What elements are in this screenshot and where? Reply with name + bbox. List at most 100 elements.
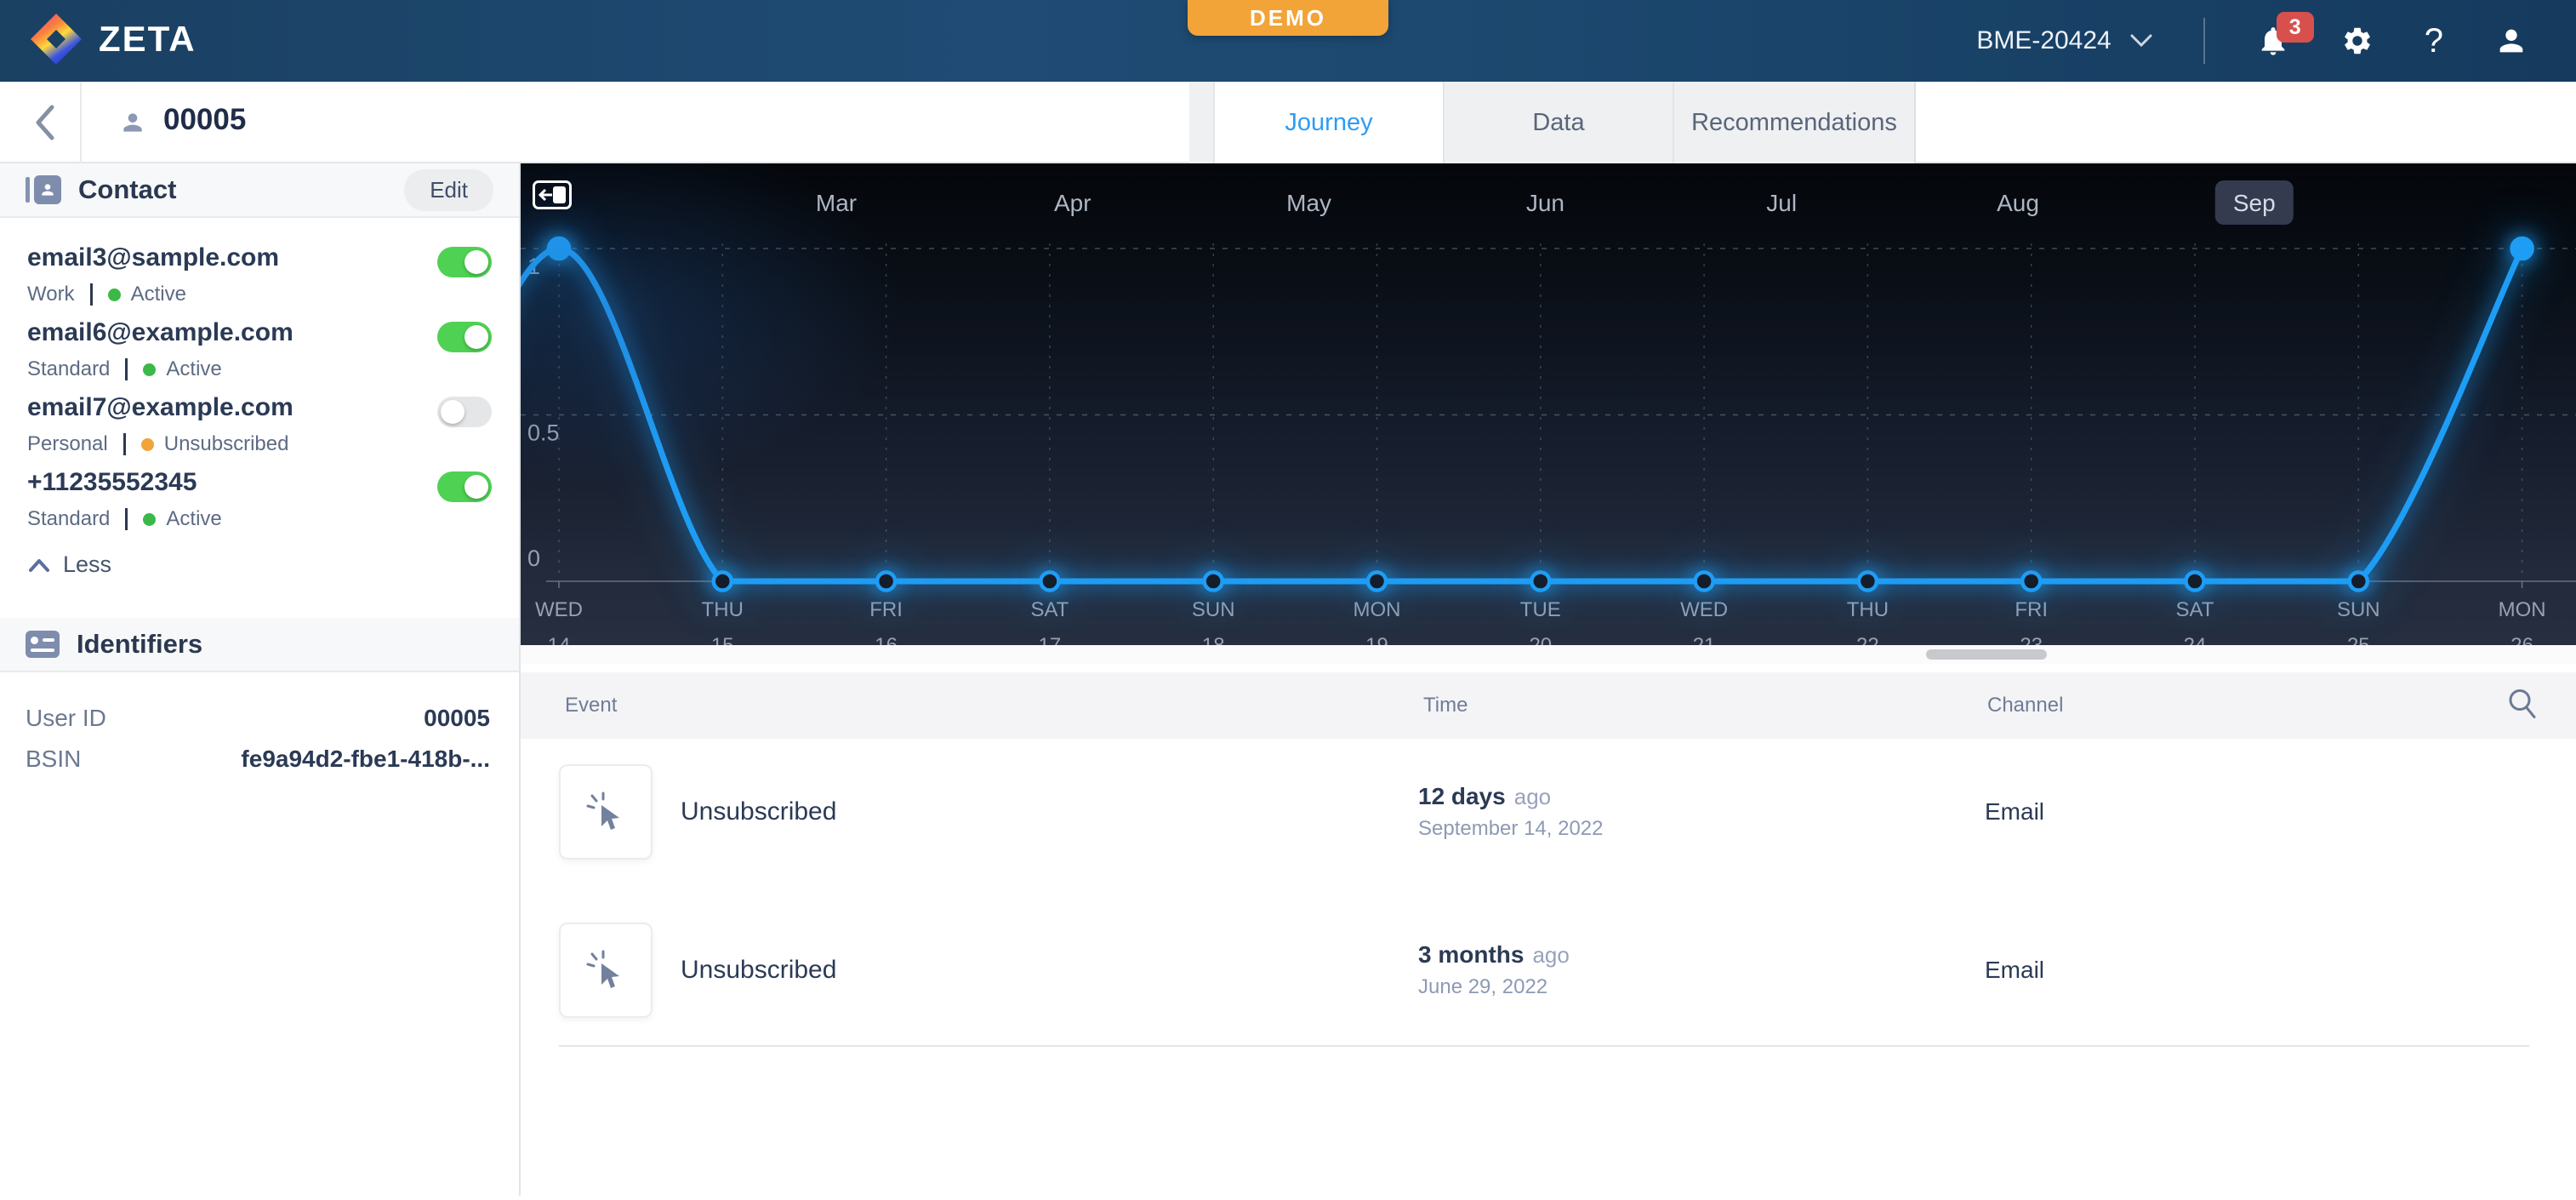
collapse-label: Less bbox=[63, 551, 111, 578]
status-dot bbox=[143, 513, 156, 526]
status-dot bbox=[143, 363, 156, 376]
tab-recommendations[interactable]: Recommendations bbox=[1673, 82, 1914, 163]
subline-separator bbox=[90, 283, 93, 306]
svg-text:18: 18 bbox=[1202, 634, 1225, 645]
user-avatar-icon bbox=[2494, 24, 2528, 58]
svg-text:25: 25 bbox=[2347, 634, 2370, 645]
user-menu-button[interactable] bbox=[2494, 24, 2528, 58]
contact-type: Personal bbox=[27, 432, 108, 456]
contact-subline: Work Active bbox=[27, 283, 492, 306]
logo-text: ZETA bbox=[99, 19, 197, 60]
status-dot bbox=[108, 289, 121, 301]
help-button[interactable]: ? bbox=[2425, 22, 2443, 60]
column-event: Event bbox=[565, 694, 617, 717]
svg-text:0.5: 0.5 bbox=[527, 420, 560, 446]
identifier-label: BSIN bbox=[26, 746, 81, 773]
chevron-up-icon bbox=[29, 558, 49, 572]
gear-icon bbox=[2341, 25, 2374, 57]
chart-scrollbar-thumb[interactable] bbox=[1926, 649, 2047, 660]
event-row[interactable]: Unsubscribed 3 monthsago June 29, 2022 E… bbox=[559, 923, 2529, 1018]
contact-item: +11235552345 Standard Active bbox=[27, 460, 492, 528]
event-icon-card bbox=[559, 923, 653, 1018]
collapse-panel-icon[interactable] bbox=[533, 180, 572, 209]
notification-count-badge: 3 bbox=[2277, 12, 2314, 43]
event-channel: Email bbox=[1985, 957, 2044, 984]
identifiers-card-icon bbox=[26, 631, 60, 658]
event-name: Unsubscribed bbox=[681, 956, 836, 985]
zeta-logo[interactable]: ZETA bbox=[29, 12, 197, 66]
status-label: Unsubscribed bbox=[164, 432, 289, 456]
tab-journey[interactable]: Journey bbox=[1213, 82, 1443, 163]
svg-text:23: 23 bbox=[2020, 634, 2043, 645]
svg-text:WED: WED bbox=[535, 598, 583, 621]
cursor-click-icon bbox=[585, 950, 626, 991]
tab-data[interactable]: Data bbox=[1443, 82, 1673, 163]
account-id: BME-20424 bbox=[1976, 26, 2111, 55]
contact-card-icon bbox=[26, 175, 61, 204]
settings-button[interactable] bbox=[2341, 25, 2374, 57]
event-icon-card bbox=[559, 764, 653, 860]
event-time: 12 daysago September 14, 2022 bbox=[1418, 783, 1604, 841]
column-channel: Channel bbox=[1987, 694, 2063, 717]
svg-text:WED: WED bbox=[1680, 598, 1728, 621]
chart-scrollbar-track[interactable] bbox=[521, 645, 2576, 664]
contact-section-header: Contact Edit bbox=[0, 163, 519, 218]
back-button[interactable] bbox=[24, 102, 65, 143]
time-date: September 14, 2022 bbox=[1418, 817, 1604, 841]
svg-text:Aug: Aug bbox=[1997, 190, 2039, 216]
identifiers-section-title: Identifiers bbox=[77, 629, 202, 660]
contact-section-title: Contact bbox=[78, 174, 176, 205]
column-time: Time bbox=[1423, 694, 1468, 717]
contact-value: +11235552345 bbox=[27, 468, 492, 497]
navbar-right-cluster: BME-20424 3 ? bbox=[1976, 0, 2528, 82]
contact-value: email3@sample.com bbox=[27, 243, 492, 272]
contact-value: email6@example.com bbox=[27, 318, 492, 347]
subline-separator bbox=[125, 358, 128, 380]
time-relative: 12 days bbox=[1418, 783, 1506, 809]
navbar-divider bbox=[2203, 18, 2205, 64]
identifier-row: User ID 00005 bbox=[26, 698, 490, 739]
svg-text:SAT: SAT bbox=[2176, 598, 2214, 621]
svg-text:FRI: FRI bbox=[869, 598, 903, 621]
contact-value: email7@example.com bbox=[27, 393, 492, 422]
collapse-contacts-link[interactable]: Less bbox=[29, 551, 111, 578]
contact-toggle[interactable] bbox=[437, 322, 492, 352]
contact-toggle[interactable] bbox=[437, 247, 492, 277]
svg-text:THU: THU bbox=[702, 598, 744, 621]
contact-item: email7@example.com Personal Unsubscribed bbox=[27, 385, 492, 453]
svg-text:Mar: Mar bbox=[816, 190, 857, 216]
svg-text:MON: MON bbox=[2499, 598, 2546, 621]
event-channel: Email bbox=[1985, 798, 2044, 826]
status-label: Active bbox=[166, 507, 221, 531]
svg-text:22: 22 bbox=[1856, 634, 1879, 645]
account-switcher[interactable]: BME-20424 bbox=[1976, 26, 2151, 55]
time-relative: 3 months bbox=[1418, 941, 1524, 968]
help-icon: ? bbox=[2425, 22, 2443, 60]
notifications-button[interactable]: 3 bbox=[2256, 24, 2290, 58]
contact-item: email6@example.com Standard Active bbox=[27, 310, 492, 378]
contact-subline: Personal Unsubscribed bbox=[27, 432, 492, 456]
svg-text:21: 21 bbox=[1693, 634, 1716, 645]
search-button[interactable] bbox=[2506, 688, 2539, 724]
svg-text:Sep: Sep bbox=[2233, 190, 2276, 216]
identifier-row: BSIN fe9a94d2-fbe1-418b-... bbox=[26, 739, 490, 780]
chevron-down-icon bbox=[2130, 34, 2152, 48]
svg-text:15: 15 bbox=[711, 634, 734, 645]
identifier-label: User ID bbox=[26, 705, 106, 732]
edit-button[interactable]: Edit bbox=[404, 169, 493, 211]
status-label: Active bbox=[131, 283, 186, 306]
contact-toggle[interactable] bbox=[437, 471, 492, 502]
header-divider bbox=[80, 82, 82, 163]
contact-type: Standard bbox=[27, 357, 110, 381]
event-row[interactable]: Unsubscribed 12 daysago September 14, 20… bbox=[559, 764, 2529, 860]
tab-bar: Journey Data Recommendations bbox=[1189, 82, 1916, 163]
svg-text:FRI: FRI bbox=[2015, 598, 2048, 621]
time-date: June 29, 2022 bbox=[1418, 975, 1570, 999]
svg-text:Jul: Jul bbox=[1766, 190, 1797, 216]
page-title: 00005 bbox=[163, 103, 246, 137]
svg-text:24: 24 bbox=[2184, 634, 2207, 645]
contact-toggle[interactable] bbox=[437, 397, 492, 427]
search-icon bbox=[2506, 688, 2539, 720]
svg-text:SAT: SAT bbox=[1030, 598, 1069, 621]
journey-timeline-chart: WED14THU15FRI16SAT17SUN18MON19TUE20WED21… bbox=[521, 163, 2576, 645]
